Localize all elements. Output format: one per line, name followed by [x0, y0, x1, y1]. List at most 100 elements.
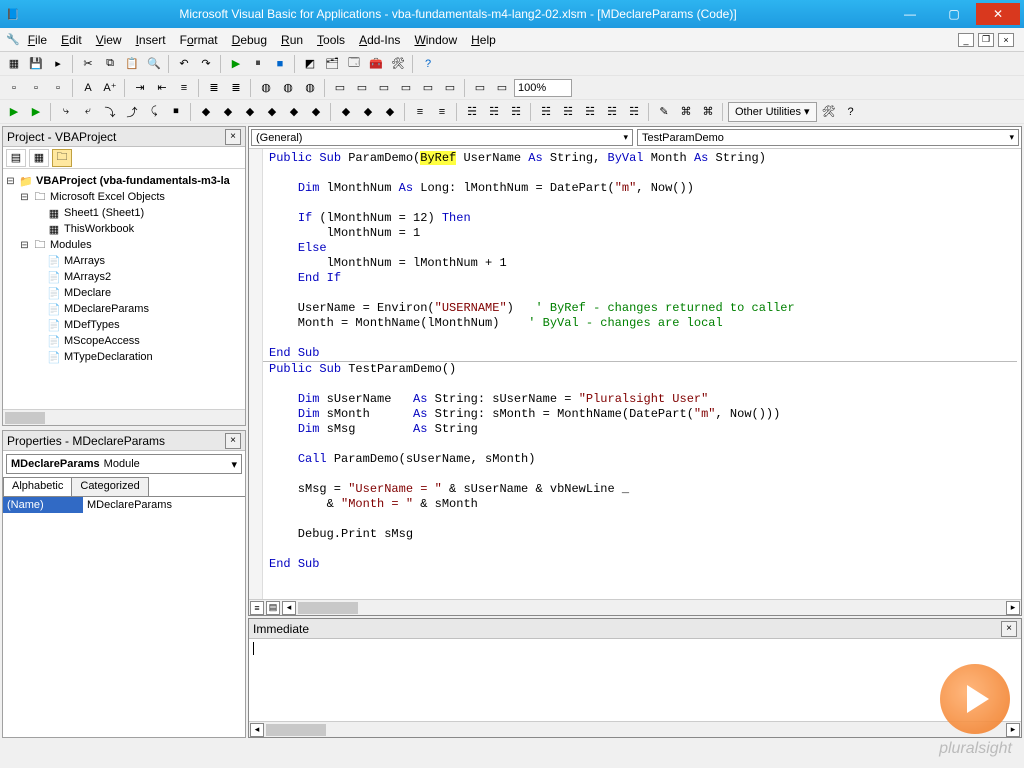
tb2-btn9[interactable]: ≣	[204, 78, 224, 98]
properties-tab-categorized[interactable]: Categorized	[71, 477, 148, 496]
tb3-btn10[interactable]: ◆	[218, 102, 238, 122]
project-hscroll[interactable]	[3, 409, 245, 425]
tb2-btn11[interactable]: ◍	[256, 78, 276, 98]
other-utilities-button[interactable]: Other Utilities▾	[728, 102, 817, 122]
tb2-outdent-icon[interactable]: ⇤	[152, 78, 172, 98]
tb3-btn4[interactable]: ⤶	[78, 102, 98, 122]
tree-thisworkbook[interactable]: ThisWorkbook	[64, 223, 134, 235]
tb2-btn18[interactable]: ▭	[418, 78, 438, 98]
tree-modules[interactable]: Modules	[50, 239, 92, 251]
proj-view-code-icon[interactable]: ▤	[6, 149, 26, 167]
immediate-close[interactable]: ×	[1001, 621, 1017, 637]
project-tree[interactable]: ⊟📁VBAProject (vba-fundamentals-m3-la ⊟🗀M…	[3, 169, 245, 409]
tb2-btn16[interactable]: ▭	[374, 78, 394, 98]
toolbar-design-icon[interactable]: ◩	[300, 54, 320, 74]
toolbar-save-icon[interactable]: 💾	[26, 54, 46, 74]
tb3-btn18[interactable]: ≡	[410, 102, 430, 122]
menu-tools[interactable]: Tools	[311, 31, 351, 49]
tb2-btn5[interactable]: A⁺	[100, 78, 120, 98]
tb2-btn17[interactable]: ▭	[396, 78, 416, 98]
toolbar-project-icon[interactable]: 🗂	[322, 54, 342, 74]
properties-panel-close[interactable]: ×	[225, 433, 241, 449]
menu-insert[interactable]: Insert	[130, 31, 172, 49]
tb2-btn21[interactable]: ▭	[492, 78, 512, 98]
tb3-btn23[interactable]: ☵	[536, 102, 556, 122]
tree-module-mdeclareparams[interactable]: MDeclareParams	[64, 303, 149, 315]
tb3-btn22[interactable]: ☵	[506, 102, 526, 122]
immediate-hscroll[interactable]: ◂ ▸	[249, 721, 1021, 737]
tb3-btn8[interactable]: ⏹	[166, 102, 186, 122]
tb3-btn21[interactable]: ☵	[484, 102, 504, 122]
tb3-btn16[interactable]: ◆	[358, 102, 378, 122]
tree-module-marrays[interactable]: MArrays	[64, 255, 105, 267]
menu-window[interactable]: Window	[408, 31, 463, 49]
tb2-btn15[interactable]: ▭	[352, 78, 372, 98]
tb3-btn30[interactable]: ⌘	[698, 102, 718, 122]
tb3-btn24[interactable]: ☵	[558, 102, 578, 122]
hscroll-left-icon[interactable]: ◂	[282, 601, 296, 615]
tb3-btn17[interactable]: ◆	[380, 102, 400, 122]
tb3-btn7[interactable]: ⤹	[144, 102, 164, 122]
zoom-combo[interactable]: 100%	[514, 79, 572, 97]
tb2-btn10[interactable]: ≣	[226, 78, 246, 98]
tb2-btn19[interactable]: ▭	[440, 78, 460, 98]
toolbar-reset-icon[interactable]: ■	[270, 54, 290, 74]
mdi-restore[interactable]: ❐	[978, 33, 994, 47]
tb3-btn9[interactable]: ◆	[196, 102, 216, 122]
tb3-btn19[interactable]: ≡	[432, 102, 452, 122]
imm-hscroll-right-icon[interactable]: ▸	[1006, 723, 1020, 737]
proj-view-object-icon[interactable]: ▦	[29, 149, 49, 167]
menu-view[interactable]: View	[90, 31, 128, 49]
imm-hscroll-left-icon[interactable]: ◂	[250, 723, 264, 737]
mdi-minimize[interactable]: _	[958, 33, 974, 47]
menu-edit[interactable]: Edit	[55, 31, 88, 49]
tb2-btn1[interactable]: ▫	[4, 78, 24, 98]
tb3-btn20[interactable]: ☵	[462, 102, 482, 122]
toolbar-paste-icon[interactable]: 📋	[122, 54, 142, 74]
tb3-btn25[interactable]: ☵	[580, 102, 600, 122]
code-editor[interactable]: Public Sub ParamDemo(ByRef UserName As S…	[249, 149, 1021, 599]
project-panel-close[interactable]: ×	[225, 129, 241, 145]
menu-addins[interactable]: Add-Ins	[353, 31, 406, 49]
tb3-btn27[interactable]: ☵	[624, 102, 644, 122]
toolbar-excel-icon[interactable]: ▦	[4, 54, 24, 74]
toolbar-copy-icon[interactable]: ⧉	[100, 54, 120, 74]
tb3-btn12[interactable]: ◆	[262, 102, 282, 122]
tb3-btn14[interactable]: ◆	[306, 102, 326, 122]
tree-module-mdeclare[interactable]: MDeclare	[64, 287, 111, 299]
tb3-help-icon[interactable]: ?	[841, 102, 861, 122]
menu-run[interactable]: Run	[275, 31, 309, 49]
tb3-btn13[interactable]: ◆	[284, 102, 304, 122]
menu-format[interactable]: Format	[174, 31, 224, 49]
maximize-button[interactable]: ▢	[932, 3, 976, 25]
tree-module-mtypedeclaration[interactable]: MTypeDeclaration	[64, 351, 153, 363]
hscroll-right-icon[interactable]: ▸	[1006, 601, 1020, 615]
tree-sheet1[interactable]: Sheet1 (Sheet1)	[64, 207, 144, 219]
toolbar-undo-icon[interactable]: ↶	[174, 54, 194, 74]
toolbar-browser-icon[interactable]: 🧰	[366, 54, 386, 74]
close-button[interactable]: ✕	[976, 3, 1020, 25]
tree-excel-objects[interactable]: Microsoft Excel Objects	[50, 191, 165, 203]
toolbar-help-icon[interactable]: ?	[418, 54, 438, 74]
tb3-btn15[interactable]: ◆	[336, 102, 356, 122]
code-hscroll[interactable]: ≡ ▤ ◂ ▸	[249, 599, 1021, 615]
menu-file[interactable]: File	[22, 31, 53, 49]
properties-tab-alphabetic[interactable]: Alphabetic	[3, 477, 72, 496]
toolbar-cut-icon[interactable]: ✂	[78, 54, 98, 74]
immediate-input[interactable]	[249, 639, 1021, 721]
toolbar-break-icon[interactable]: ⏸	[248, 54, 268, 74]
toolbar-new-icon[interactable]: ▸	[48, 54, 68, 74]
tb3-wrench-icon[interactable]: 🛠	[819, 102, 839, 122]
tb2-btn2[interactable]: ▫	[26, 78, 46, 98]
toolbar-toolbox-icon[interactable]: 🛠	[388, 54, 408, 74]
properties-object-dropdown[interactable]: MDeclareParamsModule▾	[6, 454, 242, 474]
tb3-btn26[interactable]: ☵	[602, 102, 622, 122]
tb3-btn5[interactable]: ⤵	[100, 102, 120, 122]
tb2-btn20[interactable]: ▭	[470, 78, 490, 98]
minimize-button[interactable]: —	[888, 3, 932, 25]
toolbar-redo-icon[interactable]: ↷	[196, 54, 216, 74]
tree-root[interactable]: VBAProject (vba-fundamentals-m3-la	[36, 175, 230, 187]
tree-module-mscopeaccess[interactable]: MScopeAccess	[64, 335, 140, 347]
tb2-btn12[interactable]: ◍	[278, 78, 298, 98]
proj-folders-icon[interactable]: 🗀	[52, 149, 72, 167]
